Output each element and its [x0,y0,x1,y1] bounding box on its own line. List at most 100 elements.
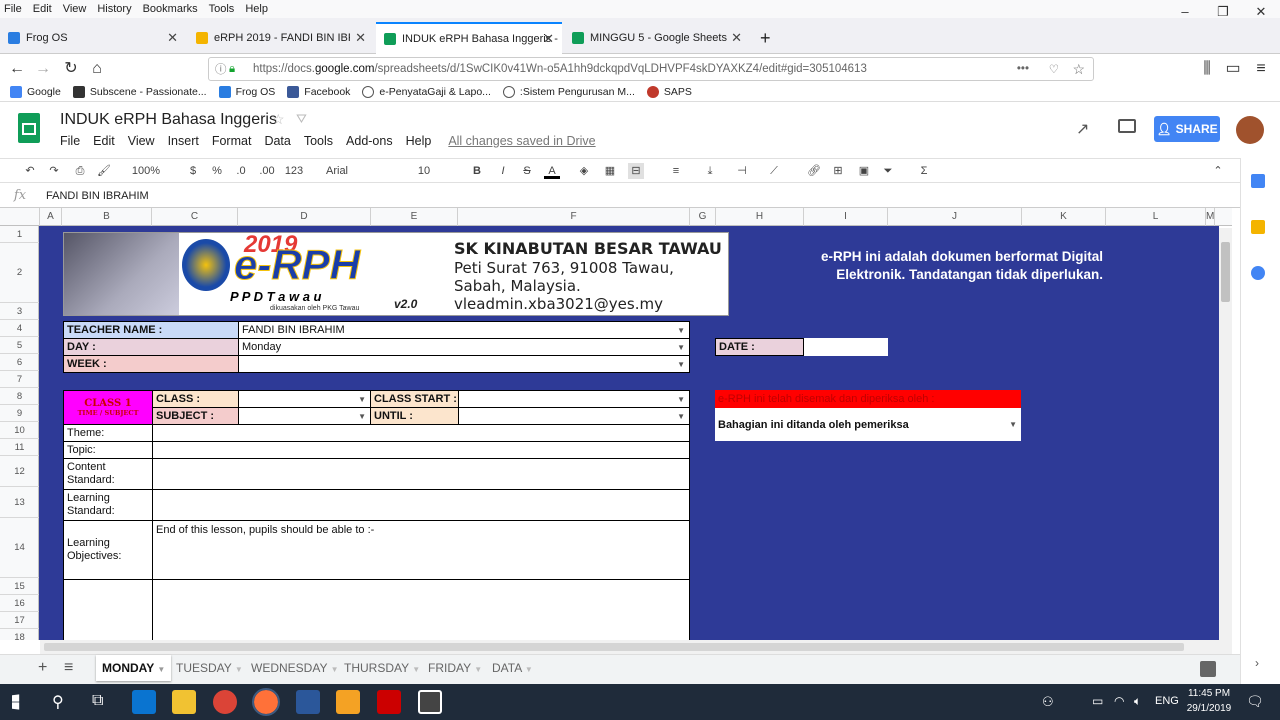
column-header-d[interactable]: D [238,208,371,226]
wifi-icon[interactable]: ◠ [1114,694,1124,708]
row-header-15[interactable]: 15 [0,578,39,595]
people-icon[interactable]: ⚇ [1042,694,1054,710]
close-tab-icon[interactable]: ✕ [167,30,178,46]
zoom-select[interactable]: 100% [128,163,164,179]
class-dropdown[interactable]: ▼ [238,390,371,408]
sheets-menu-format[interactable]: Format [212,134,252,148]
decrease-decimal-button[interactable]: .0 [232,163,250,179]
sheet-tab-tuesday[interactable]: TUESDAY ▼ [170,655,249,681]
borders-icon[interactable]: ▦ [602,163,618,179]
document-title[interactable]: INDUK eRPH Bahasa Inggeris [60,111,277,129]
topic-input[interactable] [152,441,690,459]
filter-icon[interactable]: ⏷ [880,163,896,179]
insert-link-icon[interactable]: 🔗︎ [806,163,822,179]
sheets-menu-tools[interactable]: Tools [304,134,333,148]
more-formats-button[interactable]: 123 [282,163,306,179]
avatar[interactable] [1236,116,1264,144]
info-icon[interactable]: ⓘ [215,61,229,77]
percent-format-button[interactable]: % [210,163,224,179]
row-header-3[interactable]: 3 [0,303,39,320]
learning-standard-input[interactable] [152,489,690,521]
vertical-scroll-thumb[interactable] [1221,242,1230,302]
next-row-input[interactable] [152,579,690,640]
row-header-6[interactable]: 6 [0,354,39,371]
column-header-j[interactable]: J [888,208,1022,226]
column-header-h[interactable]: H [716,208,804,226]
comments-icon[interactable] [1118,119,1136,133]
text-color-button[interactable]: A [544,163,560,179]
subject-dropdown[interactable]: ▼ [238,407,371,425]
saved-status-link[interactable]: All changes saved in Drive [448,134,595,148]
tab-minggu-5[interactable]: MINGGU 5 - Google Sheets ✕ [564,22,750,54]
bold-button[interactable]: B [470,163,484,179]
until-dropdown[interactable]: ▼ [458,407,690,425]
vertical-scrollbar[interactable] [1219,228,1232,640]
column-header-a[interactable]: A [40,208,62,226]
new-tab-icon[interactable]: + [752,22,776,54]
sheets-menu-data[interactable]: Data [264,134,290,148]
insert-chart-icon[interactable]: ▣ [856,163,872,179]
sheets-menu-view[interactable]: View [128,134,155,148]
row-header-4[interactable]: 4 [0,320,39,337]
windows-start-icon[interactable] [12,694,20,710]
task-view-icon[interactable]: ⧉ [92,692,103,710]
horizontal-scrollbar[interactable] [40,640,1232,654]
star-icon[interactable]: ☆ [272,111,285,128]
horizontal-scroll-thumb[interactable] [44,643,1184,651]
text-wrapping-icon[interactable]: ⊣ [734,163,750,179]
collapse-toolbar-icon[interactable]: ⌃ [1210,163,1226,179]
all-sheets-icon[interactable]: ≡ [64,659,73,677]
formula-input[interactable]: FANDI BIN IBRAHIM [46,190,149,202]
row-header-17[interactable]: 17 [0,612,39,629]
recorder-icon[interactable] [418,690,442,714]
bookmark-saps[interactable]: SAPS [646,85,692,98]
increase-decimal-button[interactable]: .00 [256,163,278,179]
hamburger-menu-icon[interactable]: ≡ [1250,58,1272,80]
fill-color-icon[interactable]: ◈ [576,163,592,179]
row-header-12[interactable]: 12 [0,456,39,487]
sheets-menu-insert[interactable]: Insert [168,134,199,148]
text-rotation-icon[interactable]: ⟋ [766,163,782,179]
close-tab-icon[interactable]: ✕ [355,30,366,46]
sheet-tab-wednesday[interactable]: WEDNESDAY ▼ [245,655,345,681]
print-icon[interactable]: ⎙ [72,163,88,179]
explore-trend-icon[interactable]: ↗ [1076,119,1089,139]
row-header-16[interactable]: 16 [0,595,39,612]
reload-icon[interactable]: ↻ [60,58,82,80]
library-icon[interactable]: ⫼ [1196,58,1218,80]
theme-input[interactable] [152,424,690,442]
back-icon[interactable]: ← [6,58,28,80]
font-select[interactable]: Arial [326,163,386,179]
spreadsheet-grid[interactable]: ABCDEFGHIJKLM 1 2 3 4 5 6 7 8 9 10 11 12 13 14 15 16 17 1… [0,208,1232,640]
row-header-8[interactable]: 8 [0,388,39,405]
url-bar[interactable]: ⓘ 🔒︎ https://docs.google.com/spreadsheet… [208,57,1094,81]
column-header-e[interactable]: E [371,208,458,226]
bookmark-facebook[interactable]: Facebook [287,85,350,98]
paint-format-icon[interactable]: 🖌︎ [96,163,112,179]
file-explorer-icon[interactable] [172,690,196,714]
battery-icon[interactable]: ▭ [1092,694,1103,708]
insert-comment-icon[interactable]: ⊞ [830,163,846,179]
column-header-c[interactable]: C [152,208,238,226]
sheets-logo-icon[interactable] [18,113,40,143]
column-header-b[interactable]: B [62,208,152,226]
bookmark-subscene[interactable]: Subscene - Passionate... [72,85,207,98]
tab-induk-erph[interactable]: INDUK eRPH Bahasa Inggeris - ✕ [376,22,562,54]
home-icon[interactable]: ⌂ [86,58,108,80]
column-header-k[interactable]: K [1022,208,1106,226]
row-header-1[interactable]: 1 [0,226,39,243]
column-header-i[interactable]: I [804,208,888,226]
calendar-icon[interactable] [1251,174,1265,188]
vertical-align-icon[interactable]: ⤓ [702,163,718,179]
keep-icon[interactable] [1251,220,1265,234]
app-icon[interactable] [336,690,360,714]
bookmark-frog-os[interactable]: Frog OS [218,85,275,98]
menu-edit[interactable]: Edit [33,3,52,15]
class-start-dropdown[interactable]: ▼ [458,390,690,408]
bookmark-star-icon[interactable]: ☆ [1072,61,1085,78]
move-to-folder-icon[interactable]: ⛛ [296,111,307,127]
select-all-corner[interactable] [0,208,40,226]
row-header-10[interactable]: 10 [0,422,39,439]
content-standard-input[interactable] [152,458,690,490]
media-player-icon[interactable] [377,690,401,714]
